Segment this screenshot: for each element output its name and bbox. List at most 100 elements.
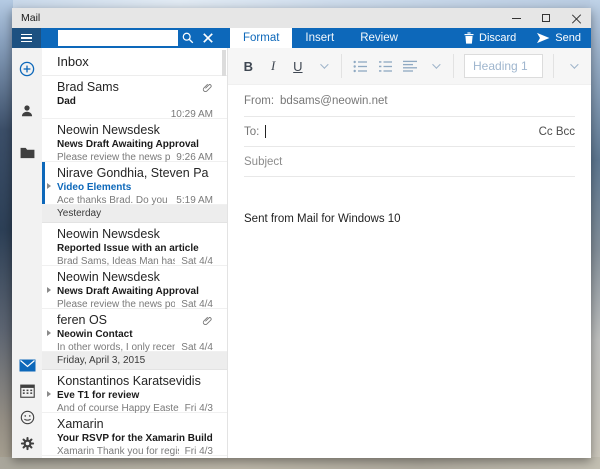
subject-line: News Draft Awaiting Approval <box>57 286 199 297</box>
bold-button[interactable]: B <box>236 53 261 79</box>
calendar-icon <box>19 384 35 398</box>
underline-button[interactable]: U <box>286 53 311 79</box>
ribbon-tabs: Format Insert Review <box>230 28 411 48</box>
command-bar-spacer <box>411 28 454 48</box>
sender-name: Brad Sams <box>57 80 119 94</box>
preview-text: Xamarin Thank you for registering fc <box>57 446 179 457</box>
calendar-view-button[interactable] <box>12 378 42 404</box>
search-button[interactable] <box>178 28 198 48</box>
new-mail-button[interactable] <box>12 56 42 82</box>
paragraph-align-button[interactable] <box>398 53 423 79</box>
mail-list-item[interactable]: Xamarin Your RSVP for the Xamarin Build 2… <box>42 413 227 457</box>
from-field: From: bdsams@neowin.net <box>244 85 575 117</box>
mail-list-item[interactable]: Neowin Newsdesk News Draft Awaiting Appro… <box>42 266 227 310</box>
cc-bcc-button[interactable]: Cc Bcc <box>539 126 575 138</box>
preview-text: Ace thanks Brad. Do you have a hig <box>57 195 170 206</box>
subject-field[interactable]: Subject <box>244 147 575 177</box>
bullet-list-button[interactable] <box>348 53 373 79</box>
format-toolbar: B I U Heading 1 <box>228 48 591 85</box>
font-options-dropdown[interactable] <box>310 53 335 79</box>
send-label: Send <box>555 32 581 44</box>
chevron-down-icon <box>319 60 329 69</box>
mail-app-window: Mail Format Insert Review Discard Send I… <box>12 8 591 458</box>
mail-list-group-header: Friday, April 3, 2015 <box>42 352 227 370</box>
send-button[interactable]: Send <box>526 28 591 48</box>
trash-icon <box>464 32 474 44</box>
from-label: From: <box>244 94 275 107</box>
mail-list-item[interactable]: Nirave Gondhia, Steven Pa Video Elements A… <box>42 162 227 206</box>
sender-name: Neowin Newsdesk <box>57 123 160 137</box>
sender-name: Konstantinos Karatsevidis <box>57 374 201 388</box>
mail-view-button[interactable] <box>12 352 42 378</box>
mail-list-item[interactable]: Brad Sams Dad 10:29 AM <box>42 76 227 120</box>
desktop-background-right <box>590 0 600 469</box>
toolbar-separator <box>553 54 555 78</box>
paragraph-options-dropdown[interactable] <box>422 53 447 79</box>
search-icon <box>182 32 194 44</box>
minimize-button[interactable] <box>501 8 531 28</box>
search-input[interactable] <box>58 30 178 46</box>
subject-line: Your RSVP for the Xamarin Build 201 <box>57 433 213 444</box>
maximize-icon <box>542 14 550 22</box>
command-bar: Format Insert Review Discard Send <box>12 28 591 48</box>
maximize-button[interactable] <box>531 8 561 28</box>
nav-rail <box>12 48 42 458</box>
sender-name: Xamarin <box>57 417 104 431</box>
sender-name: feren OS <box>57 313 108 327</box>
mail-list-item[interactable]: feren OS Neowin Contact In other words, I … <box>42 309 227 353</box>
person-icon <box>21 105 33 117</box>
toolbar-separator <box>341 54 342 78</box>
hamburger-icon <box>21 33 32 36</box>
expand-thread-arrow-icon[interactable] <box>47 287 51 293</box>
sender-name: Neowin Newsdesk <box>57 270 160 284</box>
chevron-down-icon <box>569 60 579 69</box>
subject-line: Neowin Contact <box>57 329 133 340</box>
expand-thread-arrow-icon[interactable] <box>47 330 51 336</box>
discard-label: Discard <box>479 32 517 44</box>
numbered-list-icon <box>378 60 392 72</box>
subject-line: Eve T1 for review <box>57 390 140 401</box>
list-scrollbar-thumb[interactable] <box>222 50 226 76</box>
align-icon <box>402 60 417 72</box>
text-cursor <box>265 125 267 138</box>
mail-list-item[interactable]: Neowin Newsdesk Reported Issue with an ar… <box>42 223 227 267</box>
style-dropdown[interactable] <box>560 53 585 79</box>
numbered-list-button[interactable] <box>373 53 398 79</box>
main-content: Inbox Brad Sams Dad 10:29 AM Neowin Newsdes… <box>12 48 591 458</box>
to-field[interactable]: To: Cc Bcc <box>244 117 575 147</box>
close-button[interactable] <box>561 8 591 28</box>
mail-envelope-icon <box>19 359 35 371</box>
new-mail-plus-icon <box>19 61 35 77</box>
desktop-background-ground <box>0 457 600 469</box>
subject-placeholder: Subject <box>244 155 283 168</box>
italic-button[interactable]: I <box>261 53 286 79</box>
tab-review[interactable]: Review <box>347 28 411 48</box>
close-icon <box>572 14 581 23</box>
settings-button[interactable] <box>12 430 42 456</box>
sender-name: Nirave Gondhia, Steven Pa <box>57 166 209 180</box>
expand-thread-arrow-icon[interactable] <box>47 183 51 189</box>
mail-list-item[interactable]: Neowin Newsdesk News Draft Awaiting Appro… <box>42 119 227 163</box>
from-address: bdsams@neowin.net <box>280 94 388 107</box>
expand-thread-arrow-icon[interactable] <box>47 391 51 397</box>
style-picker[interactable]: Heading 1 <box>464 54 544 78</box>
chevron-down-icon <box>431 60 441 69</box>
mail-list-item[interactable]: Konstantinos Karatsevidis Eve T1 for revi… <box>42 370 227 414</box>
sender-name: Neowin Newsdesk <box>57 227 160 241</box>
send-icon <box>537 32 550 44</box>
subject-line: Video Elements <box>57 182 132 193</box>
close-x-icon <box>203 33 213 43</box>
hamburger-menu-button[interactable] <box>12 28 41 48</box>
message-body-editor[interactable]: Sent from Mail for Windows 10 <box>228 177 591 458</box>
title-bar: Mail <box>12 8 591 28</box>
compose-pane: B I U Heading 1 From: bdsams@neowin.net … <box>228 48 591 458</box>
discard-button[interactable]: Discard <box>454 28 526 48</box>
feedback-button[interactable] <box>12 404 42 430</box>
tab-insert[interactable]: Insert <box>292 28 347 48</box>
mail-list-rows: Brad Sams Dad 10:29 AM Neowin Newsdesk News … <box>42 76 227 457</box>
folders-button[interactable] <box>12 140 42 166</box>
people-button[interactable] <box>12 98 42 124</box>
gear-icon <box>20 436 34 450</box>
tab-format[interactable]: Format <box>230 28 293 48</box>
clear-search-button[interactable] <box>198 28 218 48</box>
